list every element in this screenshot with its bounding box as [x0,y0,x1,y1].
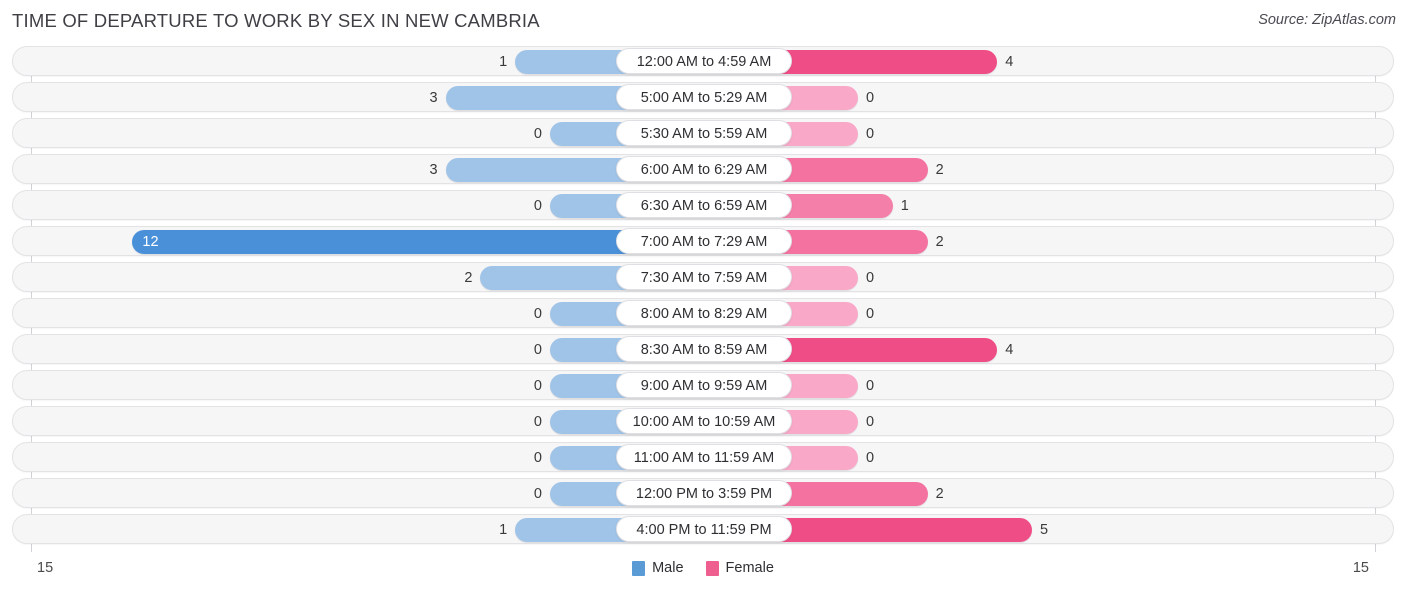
category-label: 10:00 AM to 10:59 AM [616,408,792,434]
value-label-female: 0 [866,450,875,466]
chart-footer: 15 15 Male Female [0,552,1406,595]
category-label: 5:00 AM to 5:29 AM [616,84,792,110]
value-label-male: 0 [533,414,542,430]
legend-swatch-female-icon [705,560,719,576]
table-row: 0 1 6:30 AM to 6:59 AM [12,190,1394,220]
table-row: 0 0 10:00 AM to 10:59 AM [12,406,1394,436]
table-row: 3 0 5:00 AM to 5:29 AM [12,82,1394,112]
category-label: 6:30 AM to 6:59 AM [616,192,792,218]
table-row: 0 0 9:00 AM to 9:59 AM [12,370,1394,400]
table-row: 1 4 12:00 AM to 4:59 AM [12,46,1394,76]
value-label-female: 2 [935,486,944,502]
legend-swatch-male-icon [632,560,646,576]
value-label-female: 0 [866,126,875,142]
legend-item-female[interactable]: Female [705,560,774,576]
category-label: 12:00 AM to 4:59 AM [616,48,792,74]
table-row: 12 2 7:00 AM to 7:29 AM [12,226,1394,256]
value-label-male: 0 [533,126,542,142]
plot-area: 1 4 12:00 AM to 4:59 AM 3 0 5:00 AM to 5:29 A… [0,46,1406,552]
table-row: 0 0 8:00 AM to 8:29 AM [12,298,1394,328]
category-label: 6:00 AM to 6:29 AM [616,156,792,182]
category-label: 9:00 AM to 9:59 AM [616,372,792,398]
category-label: 5:30 AM to 5:59 AM [616,120,792,146]
category-label: 7:00 AM to 7:29 AM [616,228,792,254]
legend-label-male: Male [652,560,684,576]
value-label-female: 0 [866,306,875,322]
legend-label-female: Female [725,560,774,576]
category-label: 7:30 AM to 7:59 AM [616,264,792,290]
value-label-male: 0 [533,306,542,322]
bar-rows: 1 4 12:00 AM to 4:59 AM 3 0 5:00 AM to 5:29 A… [0,46,1406,550]
value-label-male: 1 [499,522,508,538]
table-row: 0 4 8:30 AM to 8:59 AM [12,334,1394,364]
value-label-male: 0 [533,378,542,394]
category-label: 12:00 PM to 3:59 PM [616,480,792,506]
value-label-female: 0 [866,378,875,394]
value-label-male: 0 [533,342,542,358]
value-label-female: 0 [866,270,875,286]
value-label-female: 5 [1040,522,1049,538]
category-label: 4:00 PM to 11:59 PM [616,516,792,542]
value-label-male: 12 [142,234,159,250]
value-label-male: 2 [464,270,473,286]
legend-item-male[interactable]: Male [632,560,684,576]
table-row: 3 2 6:00 AM to 6:29 AM [12,154,1394,184]
table-row: 1 5 4:00 PM to 11:59 PM [12,514,1394,544]
page-title: TIME OF DEPARTURE TO WORK BY SEX IN NEW … [12,10,540,31]
value-label-male: 3 [429,90,438,106]
value-label-male: 1 [499,54,508,70]
value-label-female: 4 [1005,342,1014,358]
value-label-female: 0 [866,414,875,430]
value-label-male: 3 [429,162,438,178]
value-label-male: 0 [533,450,542,466]
category-label: 8:00 AM to 8:29 AM [616,300,792,326]
source-attribution: Source: ZipAtlas.com [1258,12,1396,28]
value-label-female: 4 [1005,54,1014,70]
value-label-female: 2 [935,162,944,178]
chart-header: TIME OF DEPARTURE TO WORK BY SEX IN NEW … [0,0,1406,46]
category-label: 11:00 AM to 11:59 AM [616,444,792,470]
table-row: 0 2 12:00 PM to 3:59 PM [12,478,1394,508]
chart-page: TIME OF DEPARTURE TO WORK BY SEX IN NEW … [0,0,1406,595]
table-row: 0 0 5:30 AM to 5:59 AM [12,118,1394,148]
table-row: 2 0 7:30 AM to 7:59 AM [12,262,1394,292]
legend: Male Female [0,560,1406,576]
value-label-female: 0 [866,90,875,106]
table-row: 0 0 11:00 AM to 11:59 AM [12,442,1394,472]
category-label: 8:30 AM to 8:59 AM [616,336,792,362]
value-label-female: 1 [900,198,909,214]
value-label-male: 0 [533,198,542,214]
value-label-female: 2 [935,234,944,250]
value-label-male: 0 [533,486,542,502]
